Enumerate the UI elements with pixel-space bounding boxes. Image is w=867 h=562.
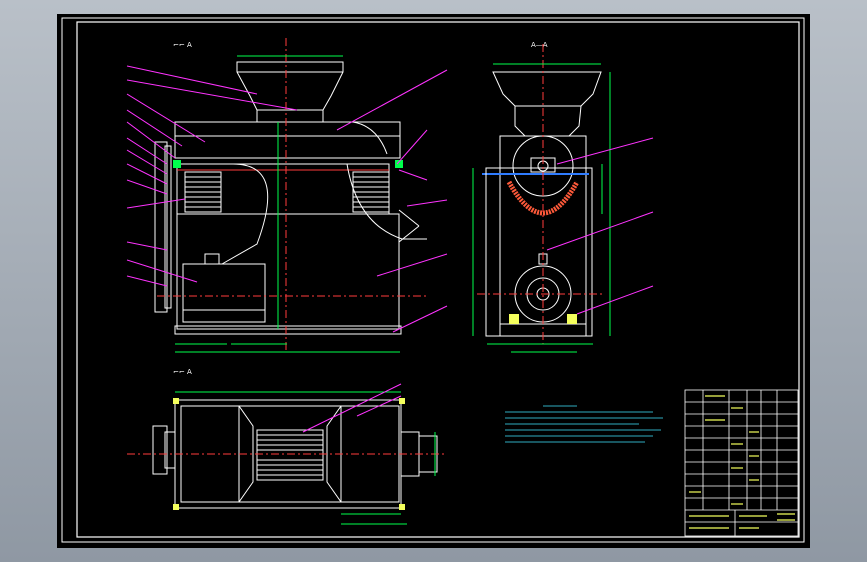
outer-frame bbox=[61, 17, 805, 543]
upper-housing bbox=[174, 121, 401, 159]
top-view-label: ⌐⌐ A bbox=[173, 368, 192, 376]
title-block bbox=[684, 389, 799, 537]
section-view-a-a: A—A bbox=[472, 41, 654, 353]
hopper bbox=[236, 61, 344, 111]
section-dimensions bbox=[472, 63, 611, 353]
right-grille bbox=[352, 171, 390, 213]
drawing-canvas: ⌐⌐ A A—A ⌐⌐ A bbox=[61, 17, 805, 543]
technical-notes bbox=[505, 405, 663, 443]
front-view-label: ⌐⌐ A bbox=[173, 41, 192, 49]
section-frame bbox=[485, 167, 593, 337]
top-dimensions bbox=[175, 391, 436, 525]
bearing-left bbox=[173, 160, 181, 168]
top-view: ⌐⌐ A bbox=[127, 368, 447, 525]
section-view-label: A—A bbox=[531, 41, 548, 49]
hopper-neck bbox=[256, 109, 324, 123]
drawing-sheet[interactable]: ⌐⌐ A A—A ⌐⌐ A bbox=[57, 14, 810, 548]
base-plate bbox=[174, 325, 402, 335]
left-grille bbox=[184, 171, 222, 213]
section-hopper bbox=[492, 71, 602, 107]
front-view: ⌐⌐ A bbox=[126, 38, 448, 353]
cad-viewport[interactable]: ⌐⌐ A A—A ⌐⌐ A bbox=[0, 0, 867, 562]
top-leader-lines bbox=[302, 383, 402, 433]
inner-frame bbox=[76, 21, 800, 538]
motor bbox=[182, 263, 266, 323]
main-frame bbox=[176, 213, 400, 330]
section-leader-lines bbox=[546, 137, 654, 315]
top-grille bbox=[256, 429, 324, 481]
front-dimensions bbox=[175, 55, 400, 353]
